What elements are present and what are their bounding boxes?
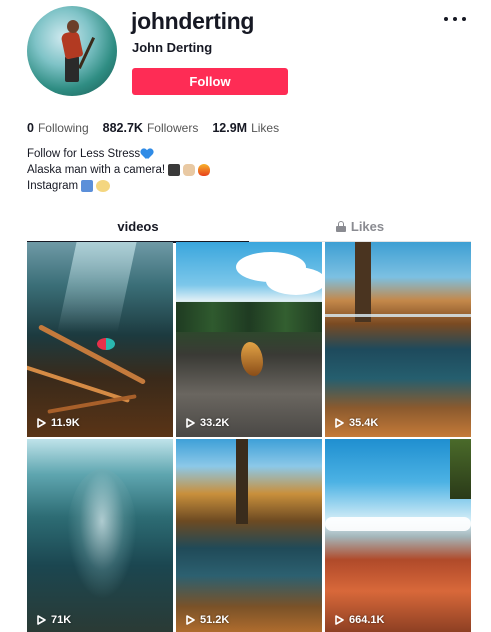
bio-line-2: Alaska man with a camera! [27, 162, 211, 178]
dot [444, 17, 448, 21]
likes-label: Likes [251, 121, 280, 135]
likes-count: 12.9M [212, 121, 248, 135]
view-count: 71K [37, 614, 71, 626]
bio-line-3: Instagram [27, 178, 210, 194]
sparkle-emoji [96, 180, 111, 192]
avatar[interactable] [27, 6, 117, 96]
tree-line [176, 302, 322, 332]
following-label: Following [37, 121, 89, 135]
play-icon [37, 615, 46, 625]
view-count: 33.2K [186, 417, 229, 429]
followers-stat[interactable]: 882.7K Followers [103, 121, 199, 135]
play-icon [37, 418, 46, 428]
play-icon [186, 615, 195, 625]
following-count: 0 [27, 121, 34, 135]
view-count-text: 11.9K [51, 417, 80, 429]
view-count: 11.9K [37, 417, 80, 429]
lock-icon [335, 221, 346, 232]
followers-label: Followers [146, 121, 199, 135]
fist-emoji [183, 164, 196, 176]
display-name: John Derting [132, 40, 213, 55]
play-icon [335, 615, 344, 625]
fire-emoji [198, 164, 211, 176]
view-count: 51.2K [186, 614, 229, 626]
waterline [325, 314, 471, 317]
avatar-figure-legs [65, 56, 79, 82]
bio: Follow for Less Stress Alaska man with a… [27, 146, 211, 194]
tab-likes-label: Likes [350, 219, 385, 234]
tree [355, 242, 371, 322]
view-count-text: 664.1K [349, 614, 385, 626]
following-stat[interactable]: 0 Following [27, 121, 89, 135]
down-arrow-emoji [81, 180, 94, 192]
view-count-text: 35.4K [349, 417, 379, 429]
cloud [325, 517, 471, 531]
username: johnderting [131, 8, 255, 34]
likes-stat: 12.9M Likes [212, 121, 279, 135]
dot [462, 17, 466, 21]
blue-heart-emoji [141, 149, 153, 160]
video-thumbnail[interactable]: 664.1K [325, 439, 471, 632]
followers-count: 882.7K [102, 121, 143, 135]
movie-camera-emoji [168, 164, 181, 176]
play-icon [186, 418, 195, 428]
bio-line-3-text: Instagram [27, 180, 79, 192]
video-thumbnail[interactable]: 35.4K [325, 242, 471, 437]
dot [453, 17, 457, 21]
bio-line-2-text: Alaska man with a camera! [27, 164, 166, 176]
profile-tabs: videos Likes [27, 211, 471, 243]
bio-line-1-text: Follow for Less Stress [27, 148, 141, 160]
root [47, 394, 137, 414]
avatar-figure-body [60, 30, 84, 60]
video-thumbnail[interactable]: 33.2K [176, 242, 322, 437]
video-thumbnail[interactable]: 11.9K [27, 242, 173, 437]
follow-button[interactable]: Follow [132, 68, 288, 95]
more-options-icon[interactable] [444, 11, 466, 27]
branch [450, 439, 471, 499]
profile-stats: 0 Following 882.7K Followers 12.9M Likes [27, 121, 293, 135]
butterfly [241, 342, 263, 376]
view-count: 35.4K [335, 417, 378, 429]
view-count-text: 33.2K [200, 417, 230, 429]
light-ray [57, 242, 137, 332]
view-count-text: 71K [51, 614, 72, 626]
fish [97, 338, 115, 350]
video-thumbnail[interactable]: 71K [27, 439, 173, 632]
tree [236, 439, 248, 524]
play-icon [335, 418, 344, 428]
bio-line-1: Follow for Less Stress [27, 146, 210, 162]
tab-videos[interactable]: videos [27, 211, 249, 243]
cloud [266, 267, 322, 295]
view-count-text: 51.2K [200, 614, 230, 626]
tab-likes[interactable]: Likes [249, 211, 471, 242]
video-thumbnail[interactable]: 51.2K [176, 439, 322, 632]
water-swirl [67, 469, 137, 599]
view-count: 664.1K [335, 614, 384, 626]
avatar-figure-head [67, 20, 79, 33]
